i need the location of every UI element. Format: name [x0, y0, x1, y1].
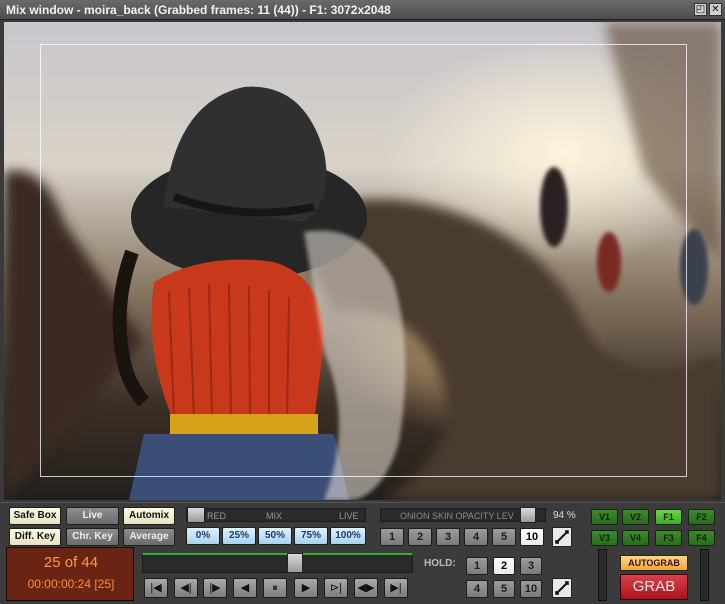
timeline-slider[interactable]: [142, 553, 413, 573]
loop-button[interactable]: ◀▶: [354, 578, 378, 598]
window-title: Mix window - moira_back (Grabbed frames:…: [6, 3, 391, 17]
left-level-slider[interactable]: [598, 549, 607, 601]
safe-box-button[interactable]: Safe Box: [9, 507, 61, 525]
play-to-end-button[interactable]: ⊳|: [324, 578, 348, 598]
onion-level-2[interactable]: 2: [408, 528, 432, 546]
play-button[interactable]: ▶: [294, 578, 318, 598]
right-level-slider[interactable]: [700, 549, 709, 601]
input-f2[interactable]: F2: [688, 509, 715, 525]
mix-slider-label-left: RED: [207, 511, 227, 521]
chr-key-button[interactable]: Chr. Key: [66, 528, 119, 546]
mix-preset-25[interactable]: 25%: [222, 527, 256, 545]
window-titlebar: Mix window - moira_back (Grabbed frames:…: [0, 0, 725, 20]
onion-level-3[interactable]: 3: [436, 528, 460, 546]
step-back-button[interactable]: ◀|: [174, 578, 198, 598]
live-button[interactable]: Live: [66, 507, 119, 525]
input-v1[interactable]: V1: [591, 509, 618, 525]
timeline-slider-handle[interactable]: [287, 553, 304, 573]
mix-slider-label-mid: MIX: [266, 511, 283, 521]
onion-opacity-percent: 94 %: [553, 510, 576, 521]
hold-label: HOLD:: [424, 558, 456, 569]
input-f1[interactable]: F1: [655, 509, 682, 525]
hold-2[interactable]: 2: [493, 557, 515, 575]
onion-swap-icon[interactable]: [552, 527, 572, 547]
mix-preset-75[interactable]: 75%: [294, 527, 328, 545]
restore-window-icon[interactable]: ◰: [694, 3, 707, 16]
hold-1[interactable]: 1: [466, 557, 488, 575]
mix-preset-100[interactable]: 100%: [330, 527, 366, 545]
onion-level-1[interactable]: 1: [380, 528, 404, 546]
input-f3[interactable]: F3: [655, 530, 682, 546]
close-window-icon[interactable]: ✕: [709, 3, 722, 16]
mix-preset-50[interactable]: 50%: [258, 527, 292, 545]
go-to-end-button[interactable]: ▶|: [384, 578, 408, 598]
go-to-start-button[interactable]: |◀: [144, 578, 168, 598]
input-v4[interactable]: V4: [622, 530, 649, 546]
mix-slider-label-right: LIVE: [339, 511, 359, 521]
mix-preview-viewport[interactable]: [4, 22, 721, 500]
grab-button[interactable]: GRAB: [620, 574, 688, 600]
pause-button[interactable]: ⏸: [263, 578, 287, 598]
input-v3[interactable]: V3: [591, 530, 618, 546]
automix-button[interactable]: Automix: [123, 507, 175, 525]
onion-level-10[interactable]: 10: [520, 528, 544, 546]
frame-counter: 25 of 44: [43, 554, 99, 571]
onion-skin-opacity-handle[interactable]: [520, 507, 537, 523]
mix-preset-0[interactable]: 0%: [186, 527, 220, 545]
autograb-button[interactable]: AUTOGRAB: [620, 555, 688, 571]
average-button[interactable]: Average: [123, 528, 175, 546]
input-v2[interactable]: V2: [622, 509, 649, 525]
onion-skin-opacity-label: ONION SKIN OPACITY LEV: [400, 511, 514, 521]
mix-slider-handle[interactable]: [187, 507, 205, 523]
play-reverse-button[interactable]: ◀: [233, 578, 257, 598]
frame-counter-display: 25 of 44 00:00:00:24 [25]: [6, 547, 134, 601]
hold-10[interactable]: 10: [520, 580, 542, 598]
onion-level-5[interactable]: 5: [492, 528, 516, 546]
hold-swap-icon[interactable]: [552, 578, 572, 598]
hold-4[interactable]: 4: [466, 580, 488, 598]
input-f4[interactable]: F4: [688, 530, 715, 546]
timecode: 00:00:00:24 [25]: [27, 577, 115, 591]
onion-level-4[interactable]: 4: [464, 528, 488, 546]
hold-5[interactable]: 5: [493, 580, 515, 598]
diff-key-button[interactable]: Diff. Key: [9, 528, 61, 546]
hold-3[interactable]: 3: [520, 557, 542, 575]
safe-box-overlay: [40, 44, 687, 477]
step-forward-button[interactable]: |▶: [203, 578, 227, 598]
